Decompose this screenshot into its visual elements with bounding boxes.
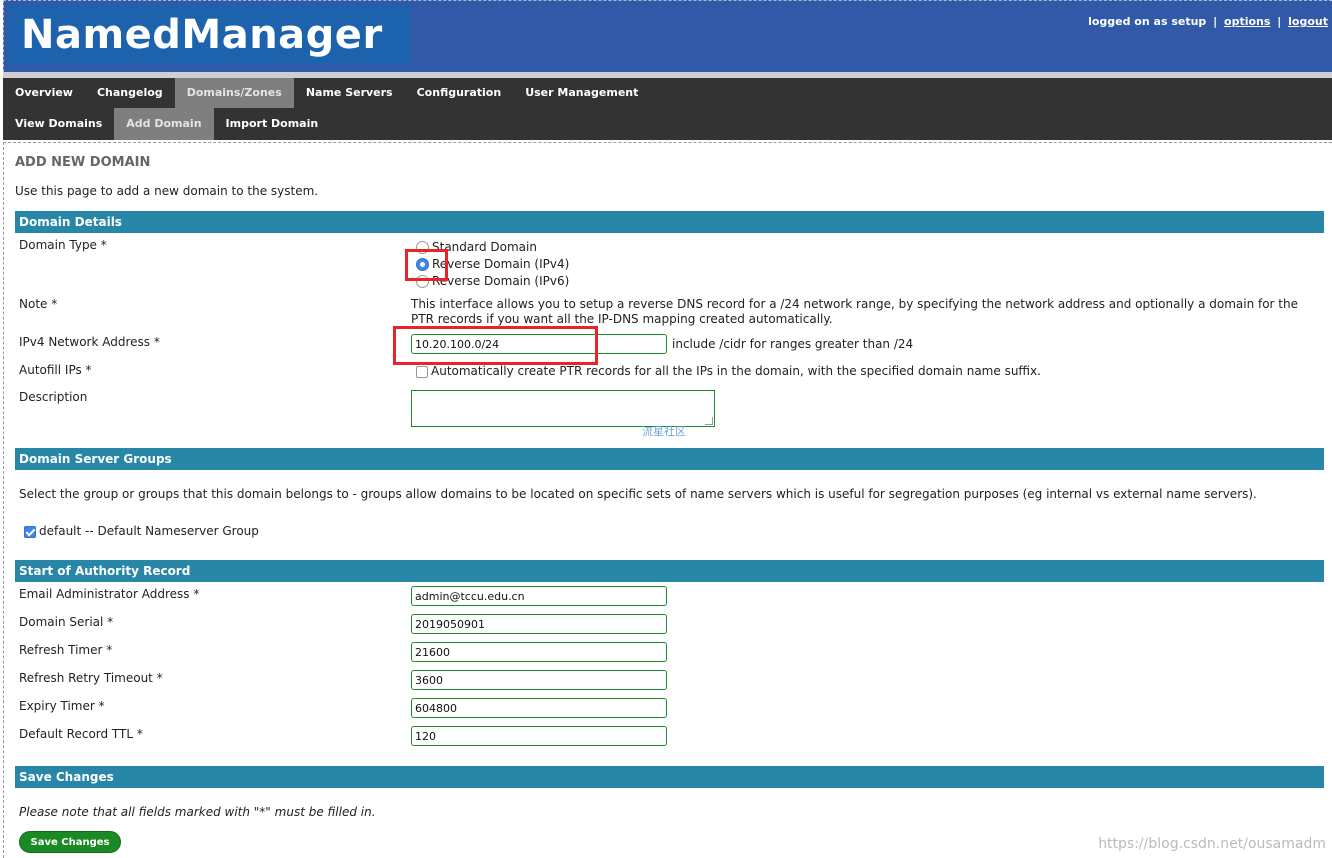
radio-label: Reverse Domain (IPv4): [432, 257, 570, 271]
subnav-import-domain[interactable]: Import Domain: [214, 108, 331, 140]
nav-changelog[interactable]: Changelog: [85, 78, 175, 108]
soa-ttl-input[interactable]: [411, 726, 667, 746]
group-default-option[interactable]: default -- Default Nameserver Group: [24, 524, 259, 538]
soa-expiry-input[interactable]: [411, 698, 667, 718]
server-groups-text: Select the group or groups that this dom…: [19, 487, 1257, 501]
section-soa: Start of Authority Record: [15, 560, 1324, 582]
logged-on-text: logged on as setup: [1088, 15, 1207, 28]
soa-retry-label: Refresh Retry Timeout *: [19, 671, 163, 685]
soa-serial-input[interactable]: [411, 614, 667, 634]
options-link[interactable]: options: [1224, 15, 1270, 28]
radio-label: Reverse Domain (IPv6): [432, 274, 570, 288]
note-text: This interface allows you to setup a rev…: [411, 297, 1298, 326]
page-title: ADD NEW DOMAIN: [15, 155, 151, 170]
soa-refresh-label: Refresh Timer *: [19, 643, 113, 657]
description-label: Description: [19, 390, 88, 404]
nav-overview[interactable]: Overview: [3, 78, 85, 108]
logout-link[interactable]: logout: [1288, 15, 1328, 28]
section-domain-details: Domain Details: [15, 211, 1324, 233]
watermark-cn: 流星社区: [642, 425, 686, 438]
soa-expiry-label: Expiry Timer *: [19, 699, 105, 713]
ipv4-hint: include /cidr for ranges greater than /2…: [672, 337, 914, 351]
ipv4-label: IPv4 Network Address *: [19, 335, 160, 349]
soa-email-input[interactable]: [411, 586, 667, 606]
soa-retry-input[interactable]: [411, 670, 667, 690]
autofill-text: Automatically create PTR records for all…: [431, 364, 1041, 378]
group-default-label: default -- Default Nameserver Group: [39, 524, 259, 538]
domain-type-label: Domain Type *: [19, 238, 107, 252]
user-bar: logged on as setup | options | logout: [1088, 15, 1328, 28]
autofill-checkbox[interactable]: [416, 365, 428, 378]
nav-name-servers[interactable]: Name Servers: [294, 78, 405, 108]
save-changes-button[interactable]: Save Changes: [19, 831, 121, 853]
nav-domains-zones[interactable]: Domains/Zones: [174, 78, 294, 108]
primary-nav: Overview Changelog Domains/Zones Name Se…: [3, 78, 1332, 108]
description-textarea[interactable]: [411, 390, 715, 427]
group-default-checkbox[interactable]: [24, 525, 36, 538]
subnav-add-domain[interactable]: Add Domain: [114, 108, 214, 140]
app-header: NamedManager logged on as setup | option…: [3, 0, 1332, 72]
soa-email-label: Email Administrator Address *: [19, 587, 200, 601]
required-note: Please note that all fields marked with …: [19, 805, 376, 819]
note-label: Note *: [19, 297, 58, 311]
page-intro: Use this page to add a new domain to the…: [15, 184, 319, 198]
separator: |: [1213, 15, 1218, 28]
autofill-option[interactable]: Automatically create PTR records for all…: [416, 364, 1041, 378]
nav-user-management[interactable]: User Management: [513, 78, 650, 108]
section-server-groups: Domain Server Groups: [15, 448, 1324, 470]
section-save-changes: Save Changes: [15, 766, 1324, 788]
soa-ttl-label: Default Record TTL *: [19, 727, 143, 741]
separator: |: [1277, 15, 1282, 28]
app-logo[interactable]: NamedManager: [9, 5, 411, 65]
watermark-url: https://blog.csdn.net/ousamadm: [1098, 836, 1326, 852]
main-content: ADD NEW DOMAIN Use this page to add a ne…: [3, 142, 1332, 858]
highlight-box: [393, 326, 598, 365]
soa-refresh-input[interactable]: [411, 642, 667, 662]
subnav-view-domains[interactable]: View Domains: [3, 108, 114, 140]
highlight-box: [405, 249, 448, 281]
autofill-label: Autofill IPs *: [19, 363, 92, 377]
nav-configuration[interactable]: Configuration: [405, 78, 514, 108]
secondary-nav: View Domains Add Domain Import Domain: [3, 108, 1332, 140]
soa-serial-label: Domain Serial *: [19, 615, 114, 629]
